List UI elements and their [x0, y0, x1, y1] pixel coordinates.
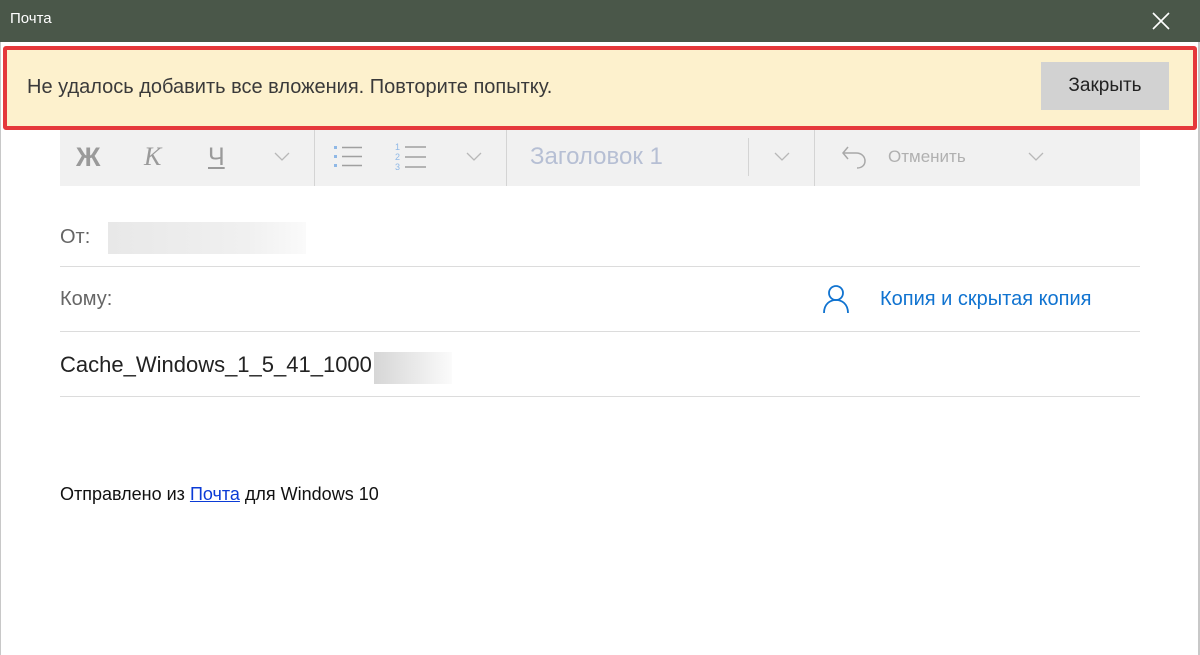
window-close-button[interactable]	[1136, 0, 1186, 42]
to-label: Кому:	[60, 288, 113, 310]
svg-text:3: 3	[395, 162, 400, 172]
from-label: От:	[60, 226, 91, 248]
formatting-toolbar: Ж К Ч 1 2 3 Заголовок 1 Отменить	[60, 128, 1140, 186]
toolbar-separator	[814, 128, 815, 186]
cc-bcc-link[interactable]: Копия и скрытая копия	[880, 288, 1092, 311]
underline-button[interactable]: Ч	[208, 128, 225, 186]
signature-suffix: для Windows 10	[239, 484, 379, 504]
font-options-dropdown[interactable]	[272, 128, 292, 186]
svg-text:2: 2	[395, 152, 400, 162]
title-bar: Почта	[0, 0, 1200, 42]
bullet-list-button[interactable]	[332, 128, 364, 186]
svg-text:1: 1	[395, 142, 400, 152]
subject-redacted	[374, 352, 452, 384]
undo-label[interactable]: Отменить	[888, 128, 966, 186]
toolbar-separator	[506, 128, 507, 186]
contact-picker-button[interactable]	[822, 284, 850, 314]
chevron-down-icon	[1028, 152, 1044, 161]
field-divider	[60, 266, 1140, 267]
style-options-dropdown[interactable]	[772, 128, 792, 186]
field-divider	[60, 396, 1140, 397]
banner-message: Не удалось добавить все вложения. Повтор…	[27, 76, 553, 98]
chevron-down-icon	[274, 152, 290, 161]
numbered-list-button[interactable]: 1 2 3	[394, 128, 428, 186]
field-divider	[60, 331, 1140, 332]
mail-app-link[interactable]: Почта	[190, 484, 240, 504]
person-icon	[823, 285, 849, 314]
toolbar-separator	[748, 138, 749, 176]
undo-icon	[842, 146, 866, 169]
signature-prefix: Отправлено из	[60, 484, 190, 504]
italic-button[interactable]: К	[144, 128, 161, 186]
bold-button[interactable]: Ж	[76, 128, 100, 186]
chevron-down-icon	[466, 152, 482, 161]
message-body-signature[interactable]: Отправлено из Почта для Windows 10	[60, 484, 379, 505]
attachment-error-banner: Не удалось добавить все вложения. Повтор…	[7, 50, 1193, 126]
from-address-redacted[interactable]	[108, 222, 306, 254]
window-title: Почта	[10, 10, 52, 27]
chevron-down-icon	[774, 152, 790, 161]
bullet-list-icon	[334, 146, 362, 167]
subject-field[interactable]: Cache_Windows_1_5_41_1000	[60, 352, 372, 378]
banner-close-button[interactable]: Закрыть	[1041, 62, 1169, 110]
list-options-dropdown[interactable]	[464, 128, 484, 186]
close-icon	[1152, 12, 1170, 30]
undo-button[interactable]	[840, 128, 870, 186]
window-border-left	[0, 42, 1, 655]
numbered-list-icon: 1 2 3	[395, 142, 426, 172]
style-heading-selector[interactable]: Заголовок 1	[530, 128, 663, 186]
toolbar-separator	[314, 128, 315, 186]
undo-options-dropdown[interactable]	[1026, 128, 1046, 186]
